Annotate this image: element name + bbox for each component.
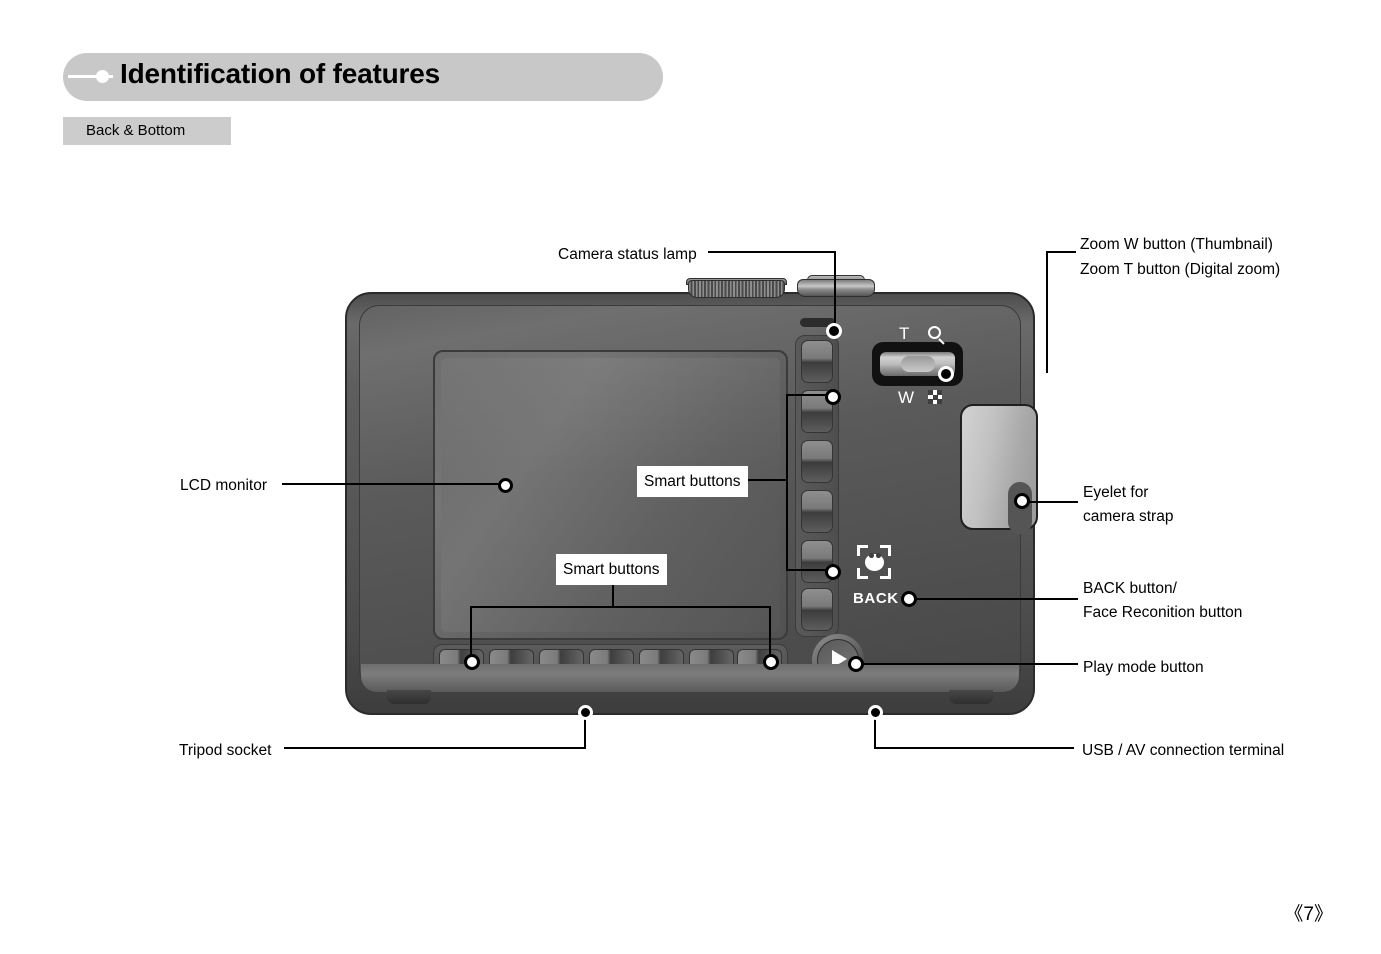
callout-zoom-w: Zoom W button (Thumbnail) [1080, 236, 1273, 253]
zoom-lever-grip [901, 356, 935, 372]
smart-button-v6[interactable] [801, 588, 833, 631]
leader-zoom-v [1046, 251, 1048, 373]
leader-zoom-h [1046, 251, 1076, 253]
leader-back-button [910, 598, 1078, 600]
page-number: 《7》 [1284, 904, 1333, 925]
marker-lcd [498, 478, 513, 493]
leader-eyelet [1022, 501, 1078, 503]
smart-button-v4[interactable] [801, 490, 833, 533]
marker-play-button [848, 656, 864, 672]
marker-zoom-lever [938, 366, 954, 382]
leader-status-lamp-v [834, 251, 836, 327]
marker-smart-bottom-right [763, 654, 779, 670]
leader-smart-bottom-v-right [769, 606, 771, 660]
marker-smart-bottom-left [464, 654, 480, 670]
leader-tripod-h [284, 747, 586, 749]
marker-smart-right-top [825, 389, 841, 405]
speaker-grille [688, 280, 785, 298]
lcd-gloss [441, 358, 780, 478]
callout-usb-av: USB / AV connection terminal [1082, 742, 1285, 759]
callout-eyelet-line2: camera strap [1083, 508, 1174, 525]
callout-zoom-t: Zoom T button (Digital zoom) [1080, 261, 1281, 278]
leader-lcd [282, 483, 504, 485]
leader-play-button [856, 663, 1078, 665]
manual-page: Identification of features Back & Bottom [0, 0, 1381, 954]
marker-usb-av [868, 705, 883, 720]
back-button-label: BACK [853, 590, 899, 607]
leader-smart-bottom-v [612, 582, 614, 607]
callout-back-button-line1: BACK button/ [1083, 580, 1177, 597]
callout-smart-buttons-bottom: Smart buttons [556, 554, 667, 586]
thumbnail-grid-icon [928, 390, 942, 404]
section-tab-label: Back & Bottom [86, 122, 186, 139]
leader-status-lamp-h [708, 251, 836, 253]
callout-camera-status-lamp: Camera status lamp [558, 246, 697, 263]
leader-smart-right-h1 [747, 479, 787, 481]
leader-smart-bottom-h [470, 606, 770, 608]
callout-eyelet-line1: Eyelet for [1083, 484, 1149, 501]
callout-tripod-socket: Tripod socket [179, 742, 272, 759]
marker-smart-right-bottom [825, 564, 841, 580]
zoom-t-label: T [899, 324, 910, 343]
marker-eyelet [1014, 493, 1030, 509]
marker-status-lamp [826, 323, 842, 339]
callout-play-mode-button: Play mode button [1083, 659, 1204, 676]
leader-smart-bottom-v-left [470, 606, 472, 660]
leader-usb-h [874, 747, 1074, 749]
zoom-w-label: W [898, 388, 915, 407]
callout-smart-buttons-right: Smart buttons [637, 466, 748, 498]
camera-foot-left [387, 690, 431, 704]
smart-button-v3[interactable] [801, 440, 833, 483]
title-bullet-icon [96, 70, 109, 83]
smart-button-v1[interactable] [801, 340, 833, 383]
callout-back-button-line2: Face Reconition button [1083, 604, 1243, 621]
camera-foot-right [949, 690, 993, 704]
shutter-button [797, 279, 875, 297]
marker-tripod-socket [578, 705, 593, 720]
leader-smart-right-v [786, 394, 788, 570]
page-title: Identification of features [120, 58, 440, 89]
camera-bottom-band [361, 664, 1019, 692]
callout-lcd-monitor: LCD monitor [180, 477, 267, 494]
camera-back-illustration: T W BACK [345, 275, 1038, 715]
face-recognition-icon [857, 545, 891, 579]
marker-back-button [901, 591, 917, 607]
